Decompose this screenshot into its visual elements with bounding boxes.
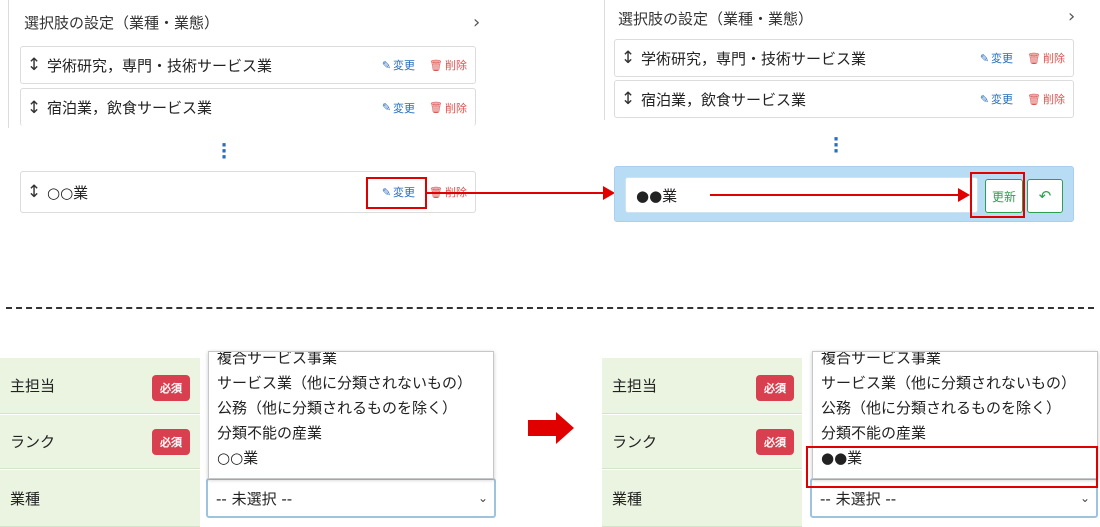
chevron-right-icon[interactable]: › xyxy=(471,12,482,33)
list-item[interactable]: ↕ 学術研究，専門・技術サービス業 ✎ 変更 🗑 削除 xyxy=(20,46,476,84)
sort-arrows-icon[interactable]: ↕ xyxy=(615,89,641,109)
form-label: 業種 xyxy=(10,489,41,508)
industry-select[interactable]: -- 未選択 -- ⌄ xyxy=(206,478,496,518)
sort-arrows-icon[interactable]: ↕ xyxy=(21,182,47,202)
trash-icon: 🗑 xyxy=(429,58,443,72)
form-label-cell: 業種 xyxy=(602,470,802,527)
required-badge: 必須 xyxy=(152,375,190,401)
option-item[interactable]: ○○業 xyxy=(209,446,493,471)
option-item[interactable]: サービス業（他に分類されないもの） xyxy=(209,371,493,396)
trash-icon: 🗑 xyxy=(429,101,443,114)
undo-icon: ↶ xyxy=(1038,187,1052,205)
highlight-box-update xyxy=(970,172,1025,218)
option-item[interactable]: 公務（他に分類されるものを除く） xyxy=(813,396,1097,421)
edit-icon: ✎ xyxy=(381,101,392,114)
undo-button[interactable]: ↶ xyxy=(1027,179,1063,213)
list-item[interactable]: ↕ 学術研究，専門・技術サービス業 ✎ 変更 🗑 削除 xyxy=(614,39,1074,77)
form-label: ランク xyxy=(10,433,56,451)
list-item-label: 学術研究，専門・技術サービス業 xyxy=(641,49,867,68)
edit-icon: ✎ xyxy=(979,51,990,65)
option-item[interactable]: サービス業（他に分類されないもの） xyxy=(813,371,1097,396)
chevron-down-icon: ⌄ xyxy=(477,491,488,505)
form-label-cell: 業種 xyxy=(0,470,200,527)
sort-arrows-icon[interactable]: ↕ xyxy=(21,98,47,118)
list-item[interactable]: ↕ 宿泊業，飲食サービス業 ✎ 変更 🗑 削除 xyxy=(614,80,1074,118)
vertical-ellipsis-icon: · · · xyxy=(832,129,840,162)
edit-icon: ✎ xyxy=(979,92,990,106)
form-label: 主担当 xyxy=(10,377,56,395)
option-item[interactable]: 複合サービス事業 xyxy=(813,352,1097,371)
trash-icon: 🗑 xyxy=(1027,92,1041,106)
form-label: ランク xyxy=(612,433,658,451)
select-value: -- 未選択 -- xyxy=(820,489,897,508)
list-item-label: 宿泊業，飲食サービス業 xyxy=(641,90,807,109)
required-badge: 必須 xyxy=(756,375,794,401)
panel-left-border xyxy=(604,0,605,120)
required-badge: 必須 xyxy=(756,429,794,455)
connector-line xyxy=(427,192,607,194)
delete-link[interactable]: 🗑削除 xyxy=(429,57,467,73)
chevron-right-icon[interactable]: › xyxy=(1066,6,1077,27)
panel-title: 選択肢の設定（業種・業態） xyxy=(618,10,814,28)
edit-link[interactable]: ✎ 変更 xyxy=(382,57,415,73)
panel-title: 選択肢の設定（業種・業態） xyxy=(24,14,220,32)
list-item-label: 宿泊業，飲食サービス業 xyxy=(47,99,213,117)
delete-link[interactable]: 🗑削除 xyxy=(1027,50,1065,66)
list-item-label: ○○業 xyxy=(47,183,89,202)
chevron-down-icon: ⌄ xyxy=(1079,491,1090,505)
highlight-box-new-option xyxy=(806,446,1098,488)
edit-icon: ✎ xyxy=(381,58,392,72)
option-item[interactable]: 公務（他に分類されるものを除く） xyxy=(209,396,493,421)
sort-arrows-icon[interactable]: ↕ xyxy=(21,55,47,75)
connector-line xyxy=(710,194,960,196)
delete-link[interactable]: 🗑削除 xyxy=(1027,91,1065,107)
option-item[interactable]: 複合サービス事業 xyxy=(209,352,493,371)
edit-link[interactable]: ✎ 変更 xyxy=(980,91,1013,107)
delete-link[interactable]: 🗑削除 xyxy=(429,100,467,116)
form-left: 主担当 必須 ランク 必須 業種 -- 未選択 -- ⌄ 複合サービス事業 サー… xyxy=(0,351,500,527)
form-right: 主担当 必須 ランク 必須 業種 -- 未選択 -- ⌄ 複合サービス事業 サー… xyxy=(602,351,1100,527)
list-item[interactable]: ↕ 宿泊業，飲食サービス業 ✎ 変更 🗑 削除 xyxy=(20,88,476,126)
edit-link[interactable]: ✎ 変更 xyxy=(382,100,415,116)
required-badge: 必須 xyxy=(152,429,190,455)
sort-arrows-icon[interactable]: ↕ xyxy=(615,48,641,68)
panel-left-border xyxy=(8,0,9,128)
form-label: 主担当 xyxy=(612,377,658,395)
select-value: -- 未選択 -- xyxy=(216,489,293,508)
transition-arrow-icon xyxy=(528,420,558,436)
arrow-head-icon xyxy=(958,188,970,202)
highlight-box-edit xyxy=(366,177,427,209)
list-item-label: 学術研究，専門・技術サービス業 xyxy=(47,56,273,75)
transition-arrow-head xyxy=(556,412,574,444)
section-divider xyxy=(6,307,1094,309)
form-label: 業種 xyxy=(612,489,643,508)
vertical-ellipsis-icon: · · · xyxy=(220,135,228,168)
option-item[interactable]: 分類不能の産業 xyxy=(813,421,1097,446)
option-item[interactable]: 分類不能の産業 xyxy=(209,421,493,446)
trash-icon: 🗑 xyxy=(1027,51,1041,65)
options-dropdown: 複合サービス事業 サービス業（他に分類されないもの） 公務（他に分類されるものを… xyxy=(208,351,494,479)
edit-link[interactable]: ✎ 変更 xyxy=(980,50,1013,66)
